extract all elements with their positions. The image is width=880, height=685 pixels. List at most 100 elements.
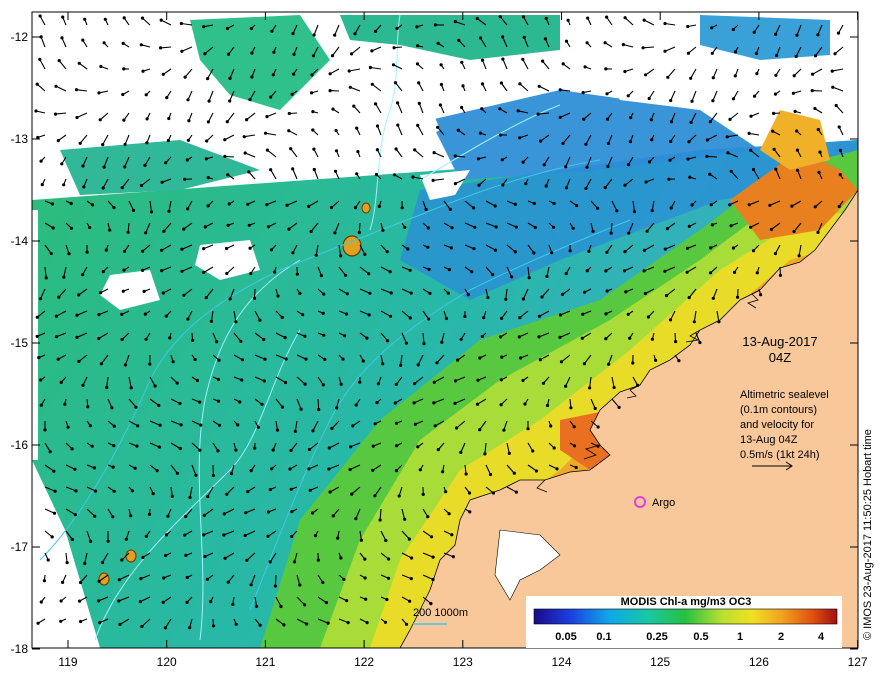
velocity-arrow-head <box>396 101 399 104</box>
velocity-arrow-head <box>795 129 798 132</box>
velocity-arrow-head <box>405 623 408 626</box>
velocity-arrow-head <box>518 335 521 338</box>
velocity-arrow-head <box>622 43 625 46</box>
velocity-arrow-head <box>774 168 777 171</box>
velocity-arrow-head <box>584 187 587 190</box>
velocity-arrow-head <box>234 449 237 452</box>
velocity-arrow-head <box>433 151 436 154</box>
velocity-arrow-head <box>246 203 249 206</box>
velocity-arrow-head <box>467 293 470 296</box>
velocity-arrow-head <box>468 491 471 494</box>
velocity-arrow-head <box>205 296 208 299</box>
velocity-arrow-head <box>203 514 206 517</box>
velocity-arrow-head <box>136 424 139 427</box>
velocity-arrow-head <box>539 140 542 143</box>
velocity-arrow-head <box>257 426 260 429</box>
velocity-arrow-head <box>198 449 201 452</box>
velocity-arrow-head <box>176 472 179 475</box>
velocity-arrow-head <box>54 113 57 116</box>
velocity-arrow-head <box>519 356 522 359</box>
date-text: 13-Aug-2017 <box>742 334 817 349</box>
velocity-arrow-head <box>669 318 672 321</box>
velocity-arrow-head <box>225 247 228 250</box>
velocity-arrow-head <box>77 293 80 296</box>
velocity-arrow-head <box>166 515 169 518</box>
velocity-arrow-head <box>308 448 311 451</box>
velocity-arrow-head <box>709 271 712 274</box>
velocity-arrow-head <box>245 118 248 121</box>
velocity-arrow-head <box>246 490 249 493</box>
velocity-arrow-head <box>459 451 462 454</box>
velocity-arrow-head <box>88 226 91 229</box>
velocity-arrow-head <box>101 143 104 146</box>
velocity-arrow-head <box>663 22 666 25</box>
velocity-arrow-head <box>223 138 226 141</box>
velocity-arrow-head <box>522 297 525 300</box>
velocity-arrow-head <box>167 139 170 142</box>
velocity-arrow-head <box>185 601 188 604</box>
velocity-arrow-head <box>349 445 352 448</box>
velocity-arrow-head <box>369 66 372 69</box>
velocity-arrow-head <box>123 165 126 168</box>
lon-tick-label: 121 <box>255 655 275 669</box>
velocity-arrow-head <box>164 626 167 629</box>
velocity-arrow-head <box>774 33 777 36</box>
velocity-arrow-head <box>290 488 293 491</box>
velocity-arrow-head <box>569 249 572 252</box>
velocity-arrow-head <box>434 424 437 427</box>
velocity-arrow-head <box>352 105 355 108</box>
velocity-arrow-head <box>98 621 101 624</box>
velocity-arrow-head <box>413 401 416 404</box>
velocity-arrow-head <box>305 622 308 625</box>
velocity-arrow-head <box>349 468 352 471</box>
velocity-arrow-head <box>235 623 238 626</box>
velocity-arrow-head <box>78 600 81 603</box>
velocity-arrow-head <box>440 83 443 86</box>
velocity-arrow-head <box>833 52 836 55</box>
velocity-arrow-head <box>203 52 206 55</box>
velocity-arrow-head <box>162 291 165 294</box>
velocity-arrow-head <box>627 313 630 316</box>
velocity-arrow-head <box>345 312 348 315</box>
velocity-arrow-head <box>437 42 440 45</box>
velocity-arrow-head <box>454 379 457 382</box>
velocity-arrow-head <box>500 403 503 406</box>
velocity-arrow-head <box>194 358 197 361</box>
velocity-arrow-head <box>282 623 285 626</box>
velocity-arrow-head <box>586 17 589 20</box>
velocity-arrow-head <box>584 65 587 68</box>
velocity-arrow-head <box>669 99 672 102</box>
velocity-arrow-head <box>223 155 226 158</box>
velocity-arrow-head <box>103 166 106 169</box>
velocity-arrow-head <box>307 205 310 208</box>
velocity-arrow-head <box>569 406 572 409</box>
velocity-arrow-head <box>113 425 116 428</box>
colorbar-label: 1 <box>737 631 743 643</box>
velocity-arrow-head <box>204 225 207 228</box>
velocity-arrow-head <box>416 44 419 47</box>
lat-tick-label: -15 <box>11 336 29 350</box>
velocity-arrow-head <box>354 517 357 520</box>
velocity-arrow-head <box>121 93 124 96</box>
velocity-arrow-head <box>413 148 416 151</box>
velocity-arrow-head <box>171 495 174 498</box>
velocity-arrow-head <box>453 402 456 405</box>
velocity-arrow-head <box>768 204 771 207</box>
velocity-arrow-head <box>631 361 634 364</box>
velocity-arrow-head <box>343 334 346 337</box>
velocity-arrow-head <box>795 55 798 58</box>
velocity-arrow-head <box>479 132 482 135</box>
lat-tick-label: -13 <box>11 132 29 146</box>
velocity-arrow-head <box>480 107 483 110</box>
velocity-arrow-head <box>292 53 295 56</box>
velocity-arrow-head <box>144 231 147 234</box>
velocity-arrow-head <box>835 104 838 107</box>
velocity-arrow-head <box>89 424 92 427</box>
velocity-arrow-head <box>312 54 315 57</box>
velocity-arrow-head <box>706 138 709 141</box>
velocity-arrow-head <box>430 535 433 538</box>
velocity-arrow-head <box>184 515 187 518</box>
velocity-arrow-head <box>81 273 84 276</box>
velocity-arrow-head <box>605 16 608 19</box>
velocity-arrow-head <box>350 52 353 55</box>
